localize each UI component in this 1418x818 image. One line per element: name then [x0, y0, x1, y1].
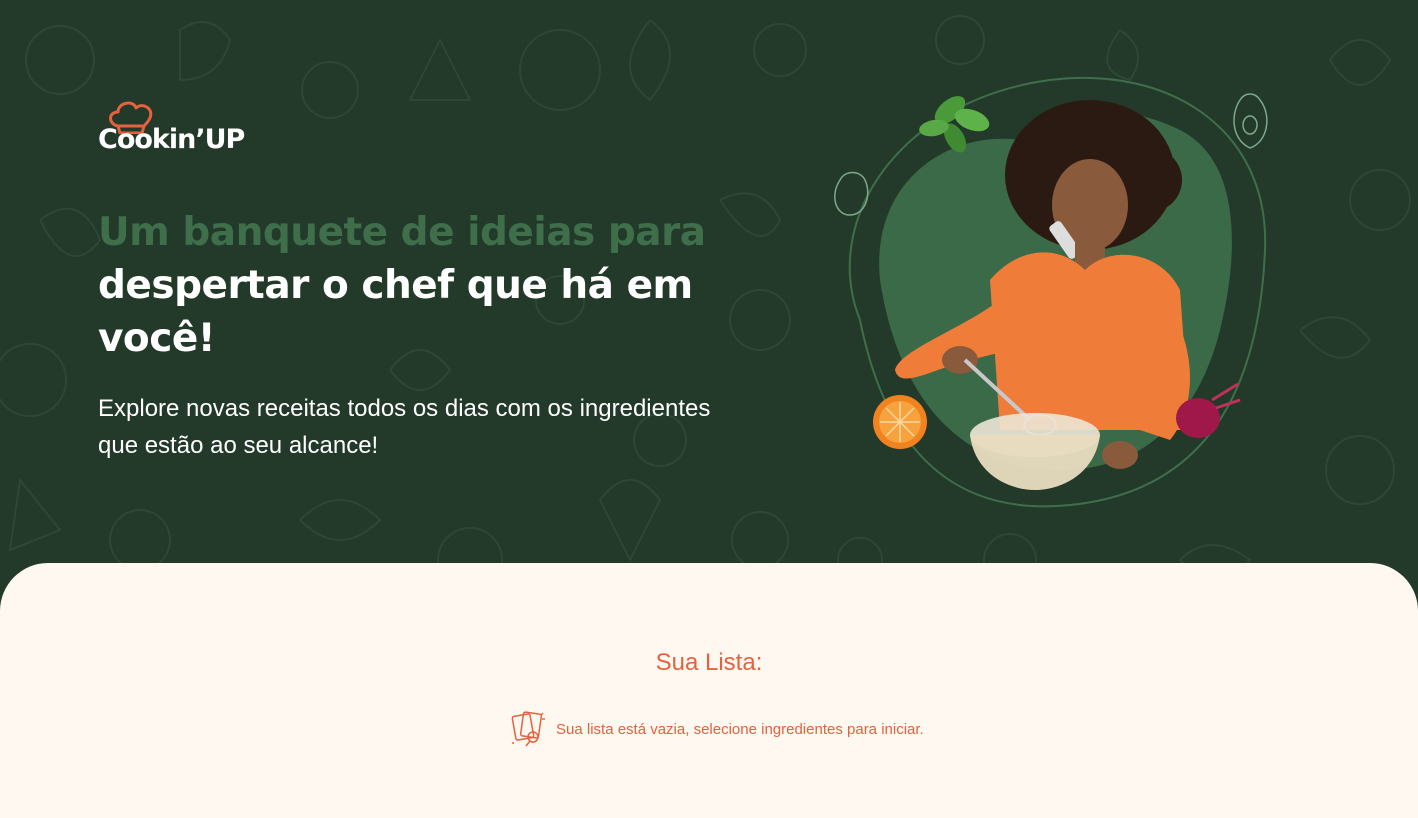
hero-subtitle: Explore novas receitas todos os dias com… — [98, 390, 758, 464]
hero-headline: Um banquete de ideias para despertar o c… — [98, 206, 798, 365]
empty-list-text: Sua lista está vazia, selecione ingredie… — [556, 720, 924, 738]
ingredients-list-section: Sua Lista: Sua lista está vazia, selecio… — [0, 563, 1418, 818]
headline-highlight: Um banquete de ideias para — [98, 210, 706, 255]
hero-banner: Cookin’UP Um banquete de ideias para des… — [0, 0, 1418, 620]
subtitle-line-1: Explore novas receitas todos os dias com… — [98, 395, 711, 422]
logo-text: Cookin’UP — [98, 124, 245, 155]
headline-line-2: despertar o chef que há em — [98, 263, 693, 308]
empty-list-icon — [511, 711, 545, 747]
headline-line-3: você! — [98, 316, 216, 361]
chef-woman-illustration — [834, 76, 1268, 508]
subtitle-line-2: que estão ao seu alcance! — [98, 432, 379, 459]
list-title: Sua Lista: — [655, 649, 763, 676]
cookinup-logo[interactable]: Cookin’UP — [98, 100, 248, 162]
empty-list-message: Sua lista está vazia, selecione ingredie… — [510, 709, 924, 749]
